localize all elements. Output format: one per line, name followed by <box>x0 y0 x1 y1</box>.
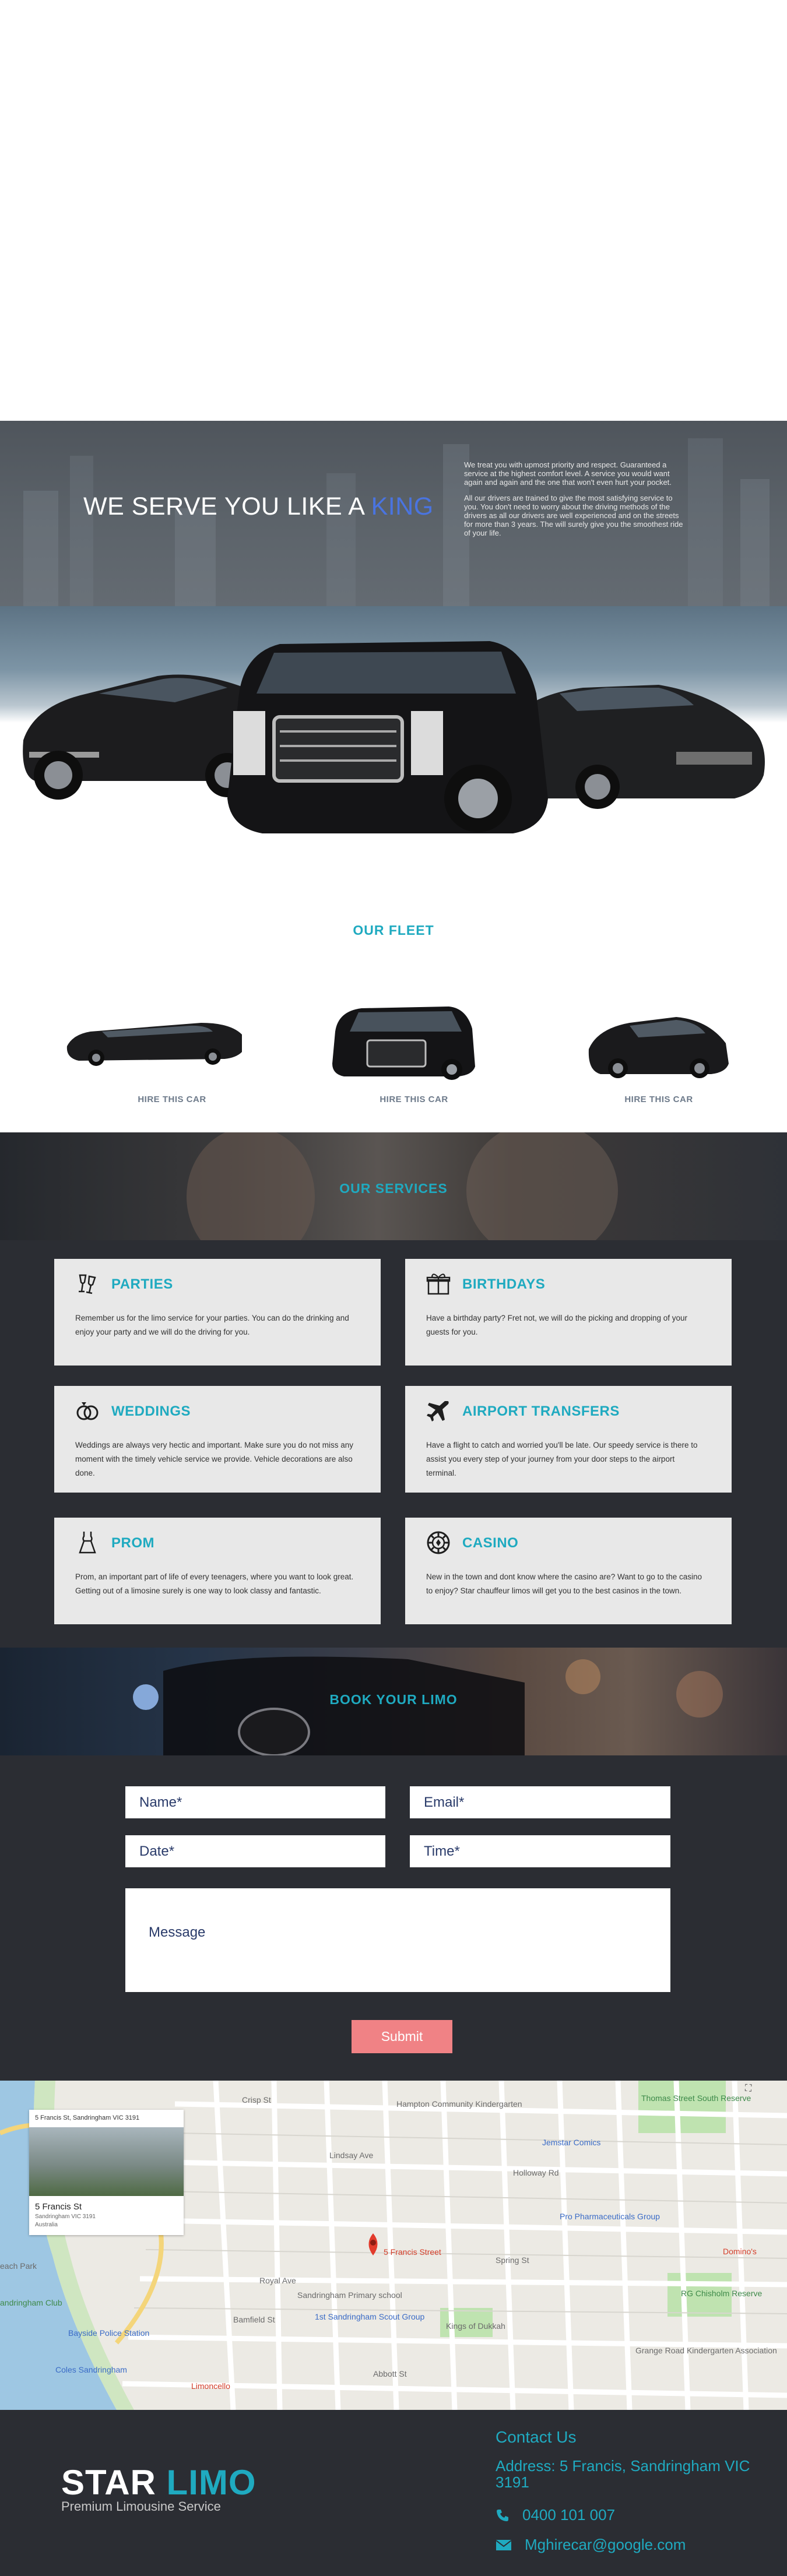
map-label: Grange Road Kindergarten Association <box>635 2346 777 2355</box>
service-description: Prom, an important part of life of every… <box>75 1572 354 1595</box>
service-card-birthdays: BIRTHDAYS Have a birthday party? Fret no… <box>405 1259 732 1366</box>
hero-description: We treat you with upmost priority and re… <box>464 460 687 544</box>
service-title: BIRTHDAYS <box>462 1276 546 1292</box>
service-description: Weddings are always very hectic and impo… <box>75 1441 353 1477</box>
hire-this-car-link[interactable]: HIRE THIS CAR <box>571 1095 746 1104</box>
map-label: 1st Sandringham Scout Group <box>315 2312 425 2321</box>
gift-box-icon <box>426 1273 451 1295</box>
hero-title-accent: KING <box>371 492 434 520</box>
service-title: AIRPORT TRANSFERS <box>462 1403 620 1419</box>
date-field[interactable]: Date* <box>125 1835 385 1867</box>
fleet-title: OUR FLEET <box>353 923 434 938</box>
contact-address: Address: 5 Francis, Sandringham VIC 3191 <box>496 2457 750 2491</box>
map-label: each Park <box>0 2261 37 2271</box>
services-title: OUR SERVICES <box>339 1181 448 1196</box>
envelope-icon <box>496 2539 512 2550</box>
service-title: PARTIES <box>111 1276 173 1292</box>
contact-email[interactable]: Mghirecar@google.com <box>496 2536 686 2554</box>
hero-paragraph: All our drivers are trained to give the … <box>464 494 683 537</box>
hire-this-car-link[interactable]: HIRE THIS CAR <box>326 1095 501 1104</box>
footer-tagline: Premium Limousine Service <box>61 2499 221 2514</box>
champagne-glasses-icon <box>79 1274 96 1294</box>
submit-button[interactable]: Submit <box>352 2020 452 2053</box>
map-card-subtitle: Sandringham VIC 3191 <box>35 2213 96 2220</box>
service-description: Remember us for the limo service for you… <box>75 1314 349 1336</box>
map-label: Bamfield St <box>233 2315 275 2324</box>
time-field[interactable]: Time* <box>410 1835 670 1867</box>
phone-icon <box>497 2509 508 2521</box>
map-label: Crisp St <box>242 2095 271 2105</box>
map-label: Bayside Police Station <box>68 2328 150 2338</box>
map-card-title: 5 Francis St <box>35 2202 82 2212</box>
footer-logo[interactable]: STAR LIMO <box>61 2462 257 2503</box>
map-label: Spring St <box>496 2255 529 2265</box>
map-label: Hampton Community Kindergarten <box>396 2099 522 2109</box>
service-description: New in the town and dont know where the … <box>426 1572 702 1595</box>
map-marker-label: 5 Francis Street <box>384 2247 441 2257</box>
sedan-image <box>588 1017 729 1078</box>
contact-phone-text: 0400 101 007 <box>522 2506 616 2524</box>
cars-showcase <box>0 606 787 851</box>
message-field[interactable]: Message <box>125 1888 670 1992</box>
fleet-card <box>583 1000 758 1110</box>
fleet-card <box>55 1000 242 1110</box>
service-card-parties: PARTIES Remember us for the limo service… <box>54 1259 381 1366</box>
cadillac-sedan-image <box>511 685 765 809</box>
map-label: Lindsay Ave <box>329 2151 374 2160</box>
map-label: RG Chisholm Reserve <box>681 2289 763 2298</box>
fullscreen-icon[interactable]: ⛶ <box>745 2084 757 2095</box>
hero-paragraph: We treat you with upmost priority and re… <box>464 460 672 487</box>
booking-title: BOOK YOUR LIMO <box>329 1692 458 1707</box>
hero-title: WE SERVE YOU LIKE A KING <box>83 492 434 520</box>
escalade-suv-image <box>227 641 548 833</box>
service-card-prom: PROM Prom, an important part of life of … <box>54 1518 381 1624</box>
suv-image <box>332 1007 475 1080</box>
map-card-country: Australia <box>35 2222 58 2228</box>
map-label: Royal Ave <box>259 2276 296 2285</box>
service-description: Have a flight to catch and worried you'l… <box>426 1441 698 1477</box>
map-place-card[interactable]: 5 Francis St, Sandringham VIC 3191 5 Fra… <box>29 2110 184 2235</box>
map-label: Sandringham Primary school <box>297 2290 402 2300</box>
street-view-photo <box>29 2127 184 2196</box>
service-card-weddings: WEDDINGS Weddings are always very hectic… <box>54 1386 381 1493</box>
map-label: Kings of Dukkah <box>446 2321 505 2331</box>
map-label: Abbott St <box>373 2369 407 2378</box>
map-label: Limoncello <box>191 2381 230 2391</box>
cars-image <box>23 641 765 833</box>
hire-this-car-link[interactable]: HIRE THIS CAR <box>85 1095 259 1104</box>
name-field[interactable]: Name* <box>125 1786 385 1818</box>
footer-logo-accent: LIMO <box>166 2463 257 2502</box>
map-label: Thomas Street South Reserve <box>641 2093 751 2103</box>
service-title: PROM <box>111 1535 154 1551</box>
airplane-icon <box>427 1401 449 1421</box>
service-card-airport-transfers: AIRPORT TRANSFERS Have a flight to catch… <box>405 1386 732 1493</box>
service-title: CASINO <box>462 1535 519 1551</box>
map-label: Holloway Rd <box>513 2168 559 2177</box>
fleet-card <box>326 1000 501 1110</box>
contact-phone[interactable]: 0400 101 007 <box>496 2506 615 2524</box>
dress-icon <box>79 1532 96 1554</box>
map-label: Jemstar Comics <box>542 2138 601 2147</box>
service-description: Have a birthday party? Fret not, we will… <box>426 1314 687 1336</box>
service-card-casino: CASINO New in the town and dont know whe… <box>405 1518 732 1624</box>
contact-email-text: Mghirecar@google.com <box>525 2536 686 2553</box>
contact-title: Contact Us <box>496 2428 577 2446</box>
service-title: WEDDINGS <box>111 1403 191 1419</box>
email-field[interactable]: Email* <box>410 1786 670 1818</box>
casino-chip-icon <box>427 1531 450 1554</box>
map-label: Pro Pharmaceuticals Group <box>560 2212 660 2221</box>
page: WE SERVE YOU LIKE A KING We treat you wi… <box>0 0 787 2576</box>
map-label: Domino's <box>723 2247 757 2256</box>
map-label: Coles Sandringham <box>55 2365 127 2374</box>
map-card-search[interactable]: 5 Francis St, Sandringham VIC 3191 <box>35 2114 139 2121</box>
wedding-rings-icon <box>76 1402 99 1420</box>
map-label: andringham Club <box>0 2298 62 2307</box>
limousine-image <box>66 1023 242 1066</box>
